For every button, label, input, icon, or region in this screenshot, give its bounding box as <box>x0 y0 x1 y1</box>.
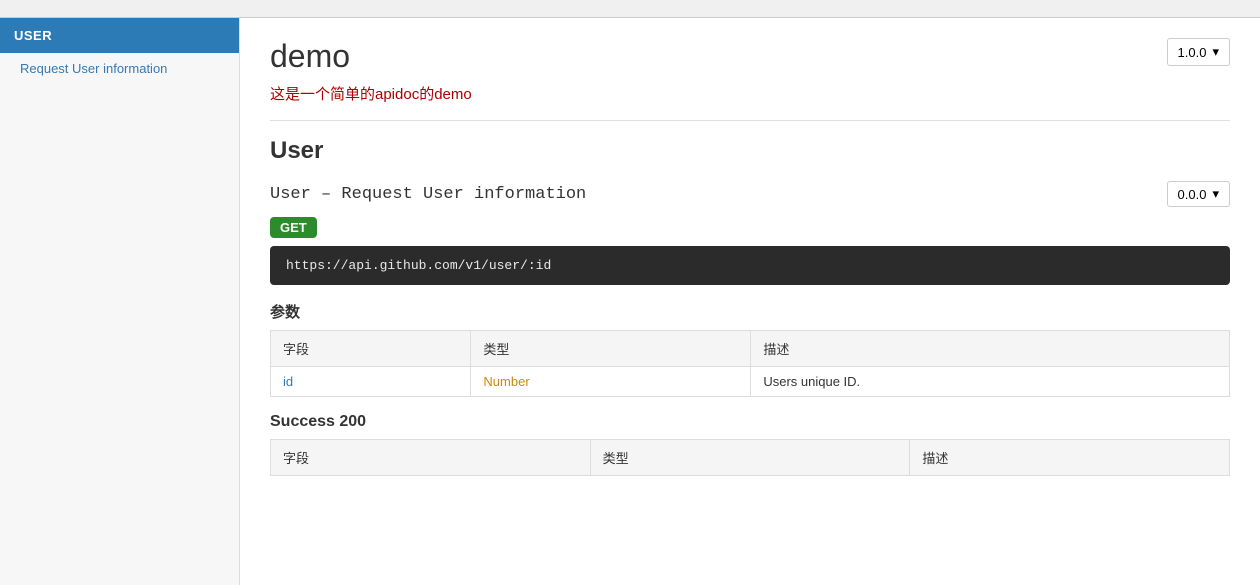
main-content: demo 1.0.0 ▾ 这是一个简单的apidoc的demo User Use… <box>240 18 1260 585</box>
success-table: 字段 类型 描述 <box>270 439 1230 476</box>
col-desc: 描述 <box>751 331 1230 367</box>
sidebar: USER Request User information <box>0 18 240 585</box>
params-label: 参数 <box>270 301 1230 322</box>
param-type-id: Number <box>471 367 751 397</box>
main-container: USER Request User information demo 1.0.0… <box>0 18 1260 585</box>
param-desc-id: Users unique ID. <box>751 367 1230 397</box>
params-header-row: 字段 类型 描述 <box>271 331 1230 367</box>
version-dropdown-button[interactable]: 1.0.0 ▾ <box>1167 38 1230 66</box>
version-label: 1.0.0 <box>1178 45 1207 60</box>
app-subtitle: 这是一个简单的apidoc的demo <box>270 83 1230 104</box>
api-chevron-down-icon: ▾ <box>1212 186 1219 202</box>
section-title: User <box>270 137 1230 165</box>
app-title: demo <box>270 38 350 75</box>
method-badge: GET <box>270 217 317 238</box>
success-col-type: 类型 <box>590 440 910 476</box>
chevron-down-icon: ▾ <box>1212 44 1219 60</box>
sidebar-section-user[interactable]: USER <box>0 18 239 53</box>
table-row: id Number Users unique ID. <box>271 367 1230 397</box>
divider <box>270 120 1230 121</box>
params-section: 参数 字段 类型 描述 id Number Users unique ID. <box>270 301 1230 397</box>
endpoint-url: https://api.github.com/v1/user/:id <box>270 246 1230 285</box>
col-field: 字段 <box>271 331 471 367</box>
api-title: User – Request User information <box>270 185 586 204</box>
app-header: demo 1.0.0 ▾ <box>270 38 1230 75</box>
success-section: Success 200 字段 类型 描述 <box>270 413 1230 476</box>
col-type: 类型 <box>471 331 751 367</box>
api-version-label: 0.0.0 <box>1178 187 1207 202</box>
api-header-row: User – Request User information 0.0.0 ▾ <box>270 181 1230 207</box>
param-field-id: id <box>271 367 471 397</box>
params-table: 字段 类型 描述 id Number Users unique ID. <box>270 330 1230 397</box>
success-col-desc: 描述 <box>910 440 1230 476</box>
success-label: Success 200 <box>270 413 1230 431</box>
success-header-row: 字段 类型 描述 <box>271 440 1230 476</box>
api-version-dropdown-button[interactable]: 0.0.0 ▾ <box>1167 181 1230 207</box>
sidebar-item-request-user-info[interactable]: Request User information <box>0 53 239 84</box>
success-col-field: 字段 <box>271 440 591 476</box>
top-bar <box>0 0 1260 18</box>
